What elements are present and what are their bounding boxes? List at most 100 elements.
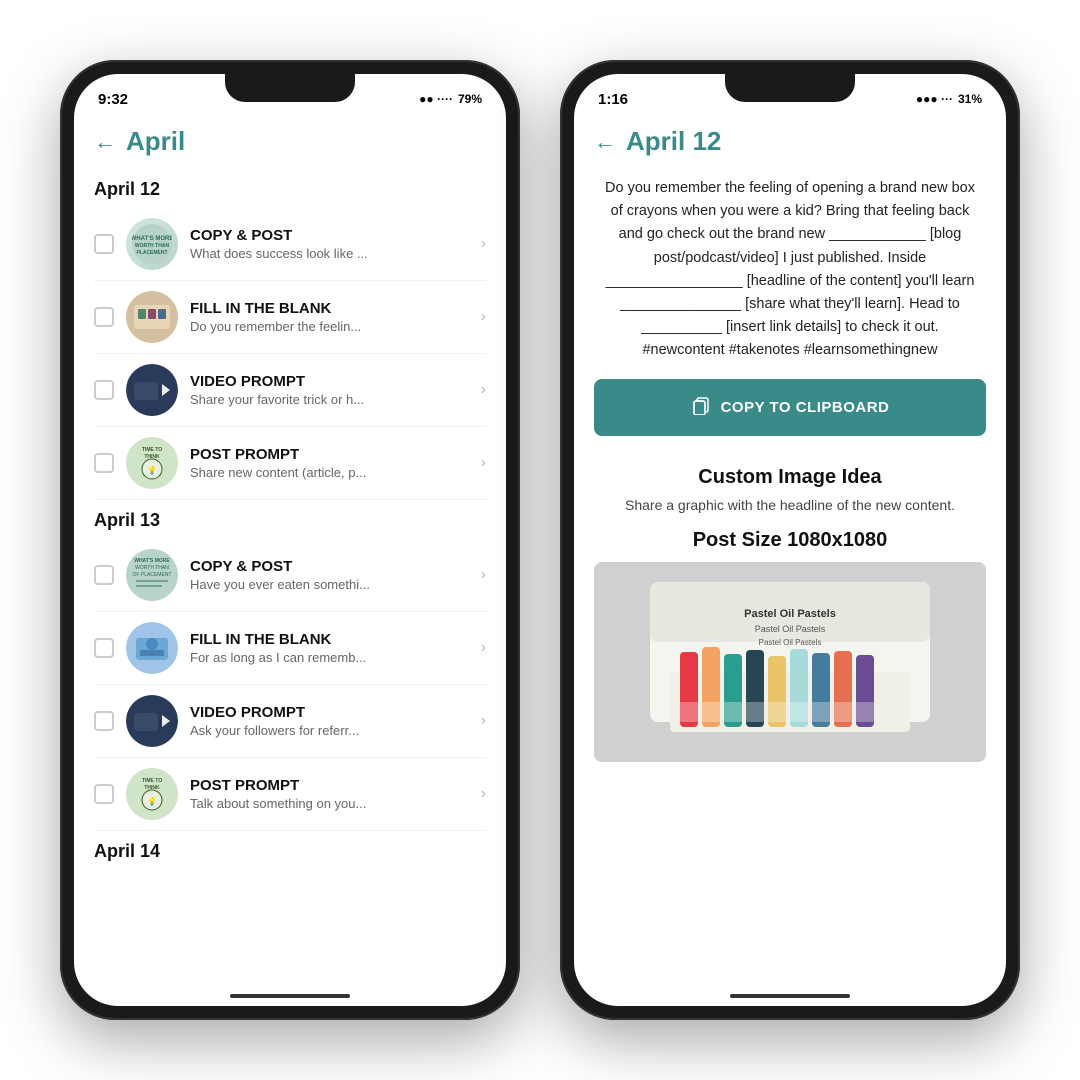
notch-right [725,74,855,102]
item-type: POST PROMPT [190,446,469,463]
checkbox[interactable] [94,565,114,585]
item-subtitle: Do you remember the feelin... [190,319,469,334]
chevron-icon: › [481,381,486,399]
list-item[interactable]: TIME TOTHINK💡 POST PROMPT Share new cont… [94,427,486,500]
right-phone: 1:16 ●●● ··· 31% ← April 12 Do you remem… [560,60,1020,1020]
list-item[interactable]: WHAT'S MOREWORTH THANOF PLACEMENT COPY &… [94,539,486,612]
image-preview: Pastel Oil Pastels Pastel Oil Pastels Pa… [594,562,986,762]
item-type: COPY & POST [190,558,469,575]
home-indicator-left [230,994,350,998]
custom-image-title: Custom Image Idea [594,466,986,489]
svg-text:💡: 💡 [147,465,157,475]
svg-text:WHAT'S MORE: WHAT'S MORE [134,558,170,564]
list-text: FILL IN THE BLANK For as long as I can r… [190,631,469,665]
thumb-placeholder: WHAT'S MOREWORTH THANPLACEMENT [130,222,174,266]
item-subtitle: What does success look like ... [190,246,469,261]
thumbnail-fill-blank-2 [126,622,178,674]
item-type: COPY & POST [190,227,469,244]
item-subtitle: Ask your followers for referr... [190,723,469,738]
checkbox[interactable] [94,380,114,400]
battery-left: 79% [458,92,482,106]
section-header-april12: April 12 [94,169,486,208]
list-text: VIDEO PROMPT Share your favorite trick o… [190,373,469,407]
chevron-icon: › [481,785,486,803]
custom-image-section: Custom Image Idea Share a graphic with t… [594,456,986,772]
list-text: POST PROMPT Talk about something on you.… [190,777,469,811]
item-subtitle: For as long as I can rememb... [190,650,469,665]
list-item[interactable]: FILL IN THE BLANK For as long as I can r… [94,612,486,685]
left-phone: 9:32 ●● ···· 79% ← April April 12 [60,60,520,1020]
copy-to-clipboard-button[interactable]: COPY TO CLIPBOARD [594,379,986,436]
thumbnail-post-prompt-2: TIME TOTHINK💡 [126,768,178,820]
list-item[interactable]: TIME TOTHINK💡 POST PROMPT Talk about som… [94,758,486,831]
phone-frame-left: 9:32 ●● ···· 79% ← April April 12 [60,60,520,1020]
checkbox[interactable] [94,307,114,327]
status-time-right: 1:16 [598,91,628,108]
chevron-icon: › [481,566,486,584]
chevron-icon: › [481,639,486,657]
svg-text:💡: 💡 [147,796,157,806]
svg-text:Pastel Oil Pastels: Pastel Oil Pastels [744,608,836,620]
list-item[interactable]: VIDEO PROMPT Share your favorite trick o… [94,354,486,427]
list-item[interactable]: WHAT'S MOREWORTH THANPLACEMENT COPY & PO… [94,208,486,281]
svg-text:TIME TO: TIME TO [142,778,162,784]
list-text: COPY & POST What does success look like … [190,227,469,261]
thumbnail-video-prompt-1 [126,364,178,416]
checkbox[interactable] [94,638,114,658]
list-item[interactable]: VIDEO PROMPT Ask your followers for refe… [94,685,486,758]
home-indicator-right [730,994,850,998]
battery-right: 31% [958,92,982,106]
status-icons-right: ●●● ··· 31% [916,92,982,106]
notch-left [225,74,355,102]
post-text: Do you remember the feeling of opening a… [594,169,986,379]
signal-icon-left: ●● ···· [419,92,453,106]
item-type: FILL IN THE BLANK [190,300,469,317]
item-subtitle: Have you ever eaten somethi... [190,577,469,592]
thumbnail-fill-blank-1 [126,291,178,343]
thumbnail-copy-post-1: WHAT'S MOREWORTH THANPLACEMENT [126,218,178,270]
status-time-left: 9:32 [98,91,128,108]
svg-text:OF PLACEMENT: OF PLACEMENT [133,572,172,578]
chevron-icon: › [481,308,486,326]
list-text: VIDEO PROMPT Ask your followers for refe… [190,704,469,738]
phone-screen-left: 9:32 ●● ···· 79% ← April April 12 [74,74,506,1006]
section-header-april14: April 14 [94,831,486,870]
chevron-icon: › [481,454,486,472]
custom-image-desc: Share a graphic with the headline of the… [594,497,986,513]
checkbox[interactable] [94,784,114,804]
checkbox[interactable] [94,453,114,473]
detail-content: Do you remember the feeling of opening a… [574,169,1006,1001]
svg-text:TIME TO: TIME TO [142,447,162,453]
chevron-icon: › [481,712,486,730]
thumbnail-post-prompt-1: TIME TOTHINK💡 [126,437,178,489]
signal-icon-right: ●●● ··· [916,92,953,106]
svg-text:WORTH THAN: WORTH THAN [135,243,170,249]
svg-text:WHAT'S MORE: WHAT'S MORE [132,236,172,242]
section-header-april13: April 13 [94,500,486,539]
page-title-right: April 12 [626,126,721,157]
chevron-icon: › [481,235,486,253]
item-type: POST PROMPT [190,777,469,794]
thumbnail-video-prompt-2 [126,695,178,747]
item-type: VIDEO PROMPT [190,373,469,390]
checkbox[interactable] [94,711,114,731]
nav-header-left: ← April [74,118,506,169]
item-type: FILL IN THE BLANK [190,631,469,648]
page-title-left: April [126,126,185,157]
item-subtitle: Share new content (article, p... [190,465,469,480]
svg-text:PLACEMENT: PLACEMENT [136,250,167,256]
phone-frame-right: 1:16 ●●● ··· 31% ← April 12 Do you remem… [560,60,1020,1020]
thumbnail-copy-post-2: WHAT'S MOREWORTH THANOF PLACEMENT [126,549,178,601]
copy-button-label: COPY TO CLIPBOARD [721,399,890,416]
list-text: COPY & POST Have you ever eaten somethi.… [190,558,469,592]
post-size-title: Post Size 1080x1080 [594,529,986,552]
svg-text:WORTH THAN: WORTH THAN [135,565,169,571]
checkbox[interactable] [94,234,114,254]
item-type: VIDEO PROMPT [190,704,469,721]
back-arrow-right[interactable]: ← [594,129,616,155]
phone-screen-right: 1:16 ●●● ··· 31% ← April 12 Do you remem… [574,74,1006,1006]
item-subtitle: Share your favorite trick or h... [190,392,469,407]
back-arrow-left[interactable]: ← [94,129,116,155]
list-item[interactable]: FILL IN THE BLANK Do you remember the fe… [94,281,486,354]
clipboard-icon [691,395,711,420]
